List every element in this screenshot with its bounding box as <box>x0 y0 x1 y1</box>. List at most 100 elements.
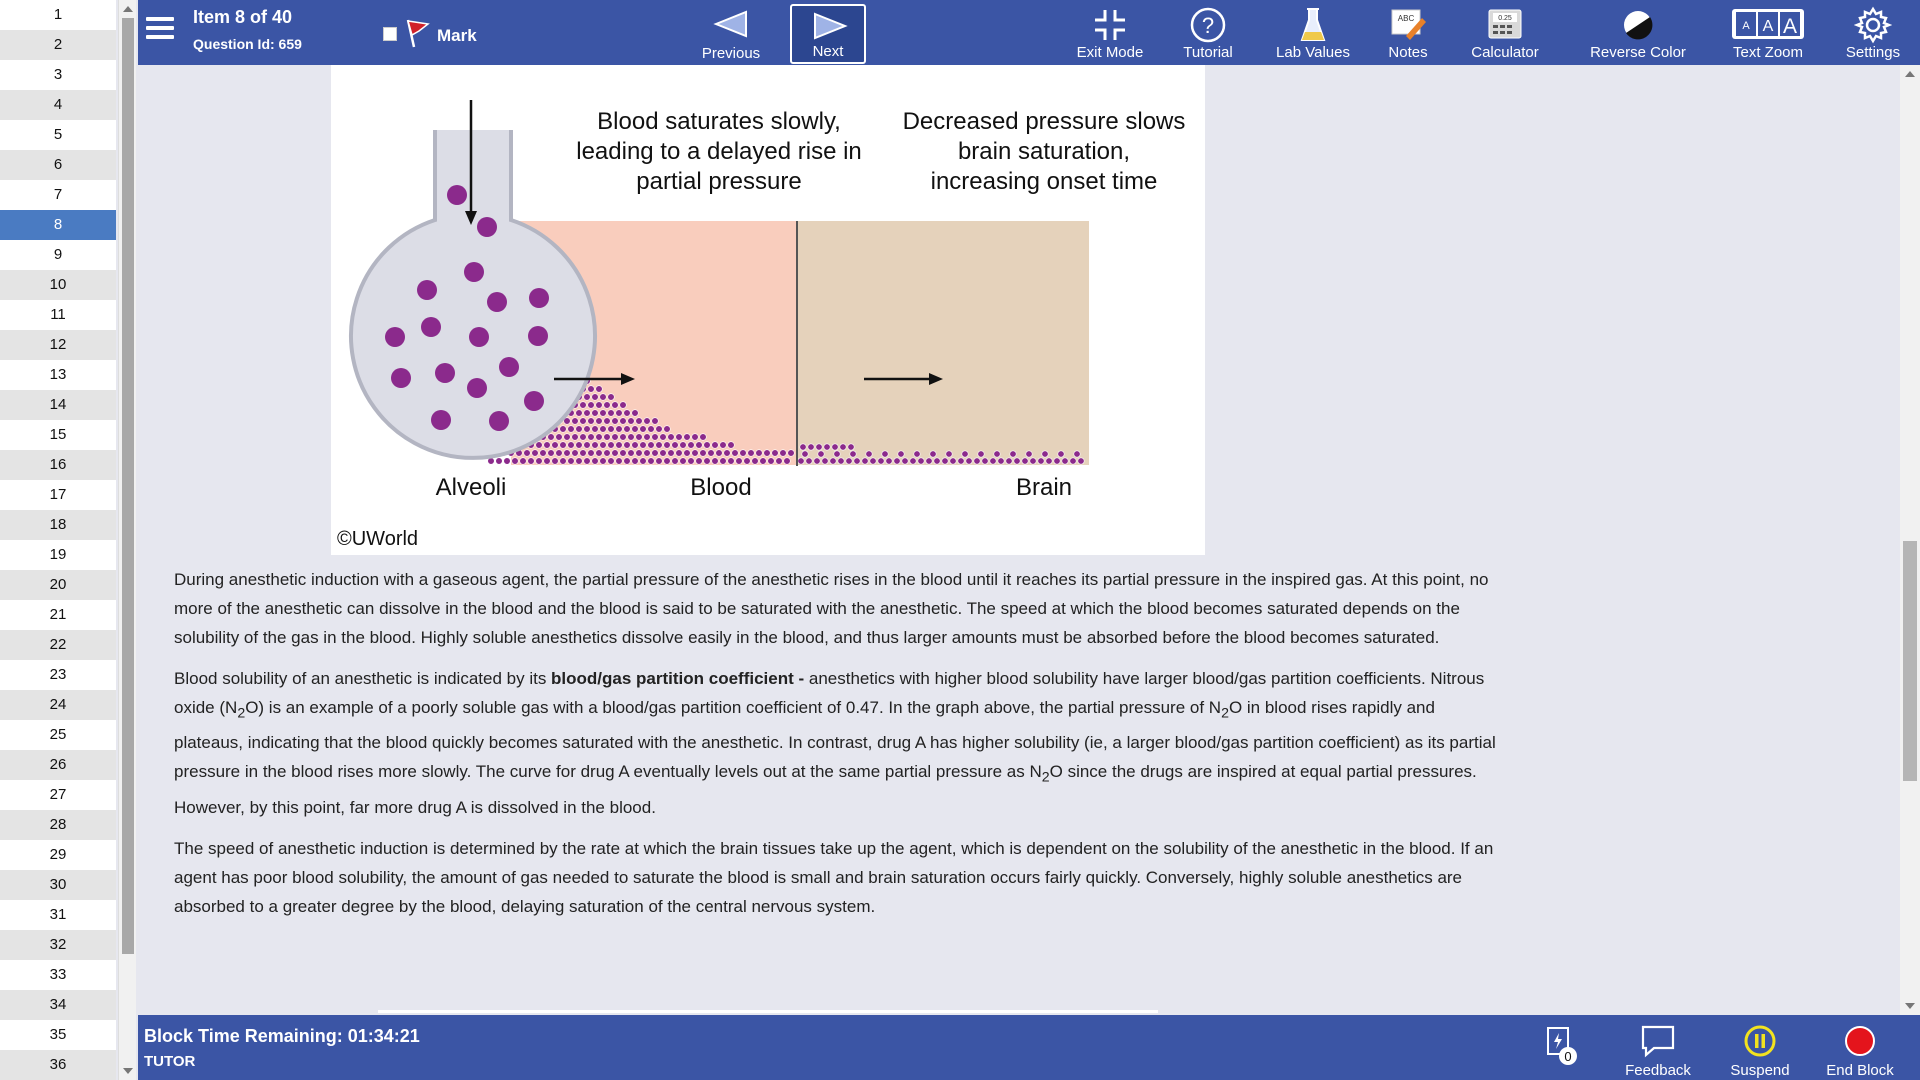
molecule-dot <box>611 433 619 441</box>
question-number-item[interactable]: 4 <box>0 90 116 120</box>
question-list-scrollbar[interactable] <box>118 0 136 1080</box>
molecule-dot <box>603 417 611 425</box>
previous-button[interactable]: Previous <box>693 4 769 64</box>
molecule-dot <box>727 457 735 465</box>
molecule-dot <box>623 457 631 465</box>
question-number-item[interactable]: 24 <box>0 690 116 720</box>
question-number-item[interactable]: 21 <box>0 600 116 630</box>
question-number-item[interactable]: 25 <box>0 720 116 750</box>
question-number-item[interactable]: 9 <box>0 240 116 270</box>
molecule-dot <box>821 457 829 465</box>
mark-label[interactable]: Mark <box>437 26 477 46</box>
molecule-dot <box>731 449 739 457</box>
question-number-item[interactable]: 15 <box>0 420 116 450</box>
molecule-dot <box>571 433 579 441</box>
question-number-item[interactable]: 13 <box>0 360 116 390</box>
question-number-item[interactable]: 20 <box>0 570 116 600</box>
molecule-dot <box>611 417 619 425</box>
content-divider <box>378 1010 1158 1013</box>
exit-mode-button[interactable]: Exit Mode <box>1070 0 1150 65</box>
molecule-dot <box>603 449 611 457</box>
molecule-dot <box>575 457 583 465</box>
alveoli-molecule-dot <box>529 288 549 308</box>
question-number-item[interactable]: 27 <box>0 780 116 810</box>
molecule-dot <box>619 417 627 425</box>
suspend-label: Suspend <box>1730 1062 1790 1079</box>
molecule-dot <box>615 457 623 465</box>
question-number-item[interactable]: 8 <box>0 210 116 240</box>
calculator-button[interactable]: 0.25 Calculator <box>1460 0 1550 65</box>
tutorial-label: Tutorial <box>1183 44 1233 61</box>
question-number-item[interactable]: 11 <box>0 300 116 330</box>
settings-button[interactable]: Settings <box>1833 0 1913 65</box>
question-number-item[interactable]: 34 <box>0 990 116 1020</box>
question-number-item[interactable]: 35 <box>0 1020 116 1050</box>
question-number-item[interactable]: 32 <box>0 930 116 960</box>
molecule-dot <box>651 449 659 457</box>
molecule-dot <box>571 417 579 425</box>
suspend-button[interactable]: Suspend <box>1715 1015 1805 1080</box>
question-number-item[interactable]: 10 <box>0 270 116 300</box>
molecule-dot <box>719 457 727 465</box>
stop-icon <box>1845 1026 1875 1056</box>
question-number-item[interactable]: 17 <box>0 480 116 510</box>
next-button[interactable]: Next <box>790 4 866 64</box>
alveoli-molecule-dot <box>464 262 484 282</box>
question-number-item[interactable]: 33 <box>0 960 116 990</box>
question-number-item[interactable]: 14 <box>0 390 116 420</box>
question-number-item[interactable]: 16 <box>0 450 116 480</box>
text-zoom-button[interactable]: A A A Text Zoom <box>1718 0 1818 65</box>
question-number-item[interactable]: 5 <box>0 120 116 150</box>
mark-checkbox[interactable] <box>383 27 397 41</box>
question-number-item[interactable]: 3 <box>0 60 116 90</box>
explanation-paragraph-2: Blood solubility of an anesthetic is ind… <box>174 669 1496 817</box>
molecule-dot <box>595 385 603 393</box>
label-blood: Blood <box>690 474 751 501</box>
reverse-color-button[interactable]: Reverse Color <box>1578 0 1698 65</box>
question-number-item[interactable]: 29 <box>0 840 116 870</box>
content-scrollbar[interactable] <box>1900 65 1920 1015</box>
molecule-dot <box>831 443 839 451</box>
molecule-dot <box>817 450 825 458</box>
question-number-item[interactable]: 18 <box>0 510 116 540</box>
question-number-item[interactable]: 23 <box>0 660 116 690</box>
caption-blood-line-3: partial pressure <box>636 168 801 195</box>
question-list: 1 2 3 4 5 6 7 8 9 10 11 12 13 14 15 16 17 18 19 20 21 22 23 24 2… <box>0 0 116 1080</box>
question-number-item[interactable]: 6 <box>0 150 116 180</box>
hamburger-menu-icon[interactable] <box>146 17 174 41</box>
scroll-up-arrow-icon[interactable] <box>123 6 133 12</box>
content-scroll-thumb[interactable] <box>1903 541 1917 781</box>
notes-button[interactable]: ABC Notes <box>1373 0 1443 65</box>
feedback-button[interactable]: Feedback <box>1613 1015 1703 1080</box>
scroll-up-arrow-icon[interactable] <box>1905 71 1915 77</box>
scroll-down-arrow-icon[interactable] <box>1905 1003 1915 1009</box>
question-number-item[interactable]: 12 <box>0 330 116 360</box>
question-number-item[interactable]: 31 <box>0 900 116 930</box>
question-number-item[interactable]: 22 <box>0 630 116 660</box>
alveoli-molecule-dot <box>524 391 544 411</box>
end-block-button[interactable]: End Block <box>1815 1015 1905 1080</box>
question-number-item[interactable]: 1 <box>0 0 116 30</box>
molecule-dot <box>563 433 571 441</box>
question-number-item[interactable]: 7 <box>0 180 116 210</box>
flashcard-button[interactable]: 0 <box>1535 1015 1585 1080</box>
molecule-dot <box>627 433 635 441</box>
alveoli-molecule-dot <box>385 327 405 347</box>
question-number-item[interactable]: 36 <box>0 1050 116 1080</box>
question-number-item[interactable]: 2 <box>0 30 116 60</box>
lab-values-button[interactable]: Lab Values <box>1268 0 1358 65</box>
previous-label: Previous <box>701 45 761 62</box>
molecule-dot <box>579 449 587 457</box>
scroll-down-arrow-icon[interactable] <box>123 1068 133 1074</box>
question-number-item[interactable]: 28 <box>0 810 116 840</box>
molecule-dot <box>771 449 779 457</box>
molecule-dot <box>599 441 607 449</box>
question-number-item[interactable]: 19 <box>0 540 116 570</box>
molecule-dot <box>595 449 603 457</box>
question-number-item[interactable]: 26 <box>0 750 116 780</box>
tutorial-button[interactable]: ? Tutorial <box>1168 0 1248 65</box>
flag-icon[interactable] <box>404 18 432 48</box>
molecule-dot <box>807 443 815 451</box>
question-number-item[interactable]: 30 <box>0 870 116 900</box>
question-list-scroll-thumb[interactable] <box>122 18 134 954</box>
